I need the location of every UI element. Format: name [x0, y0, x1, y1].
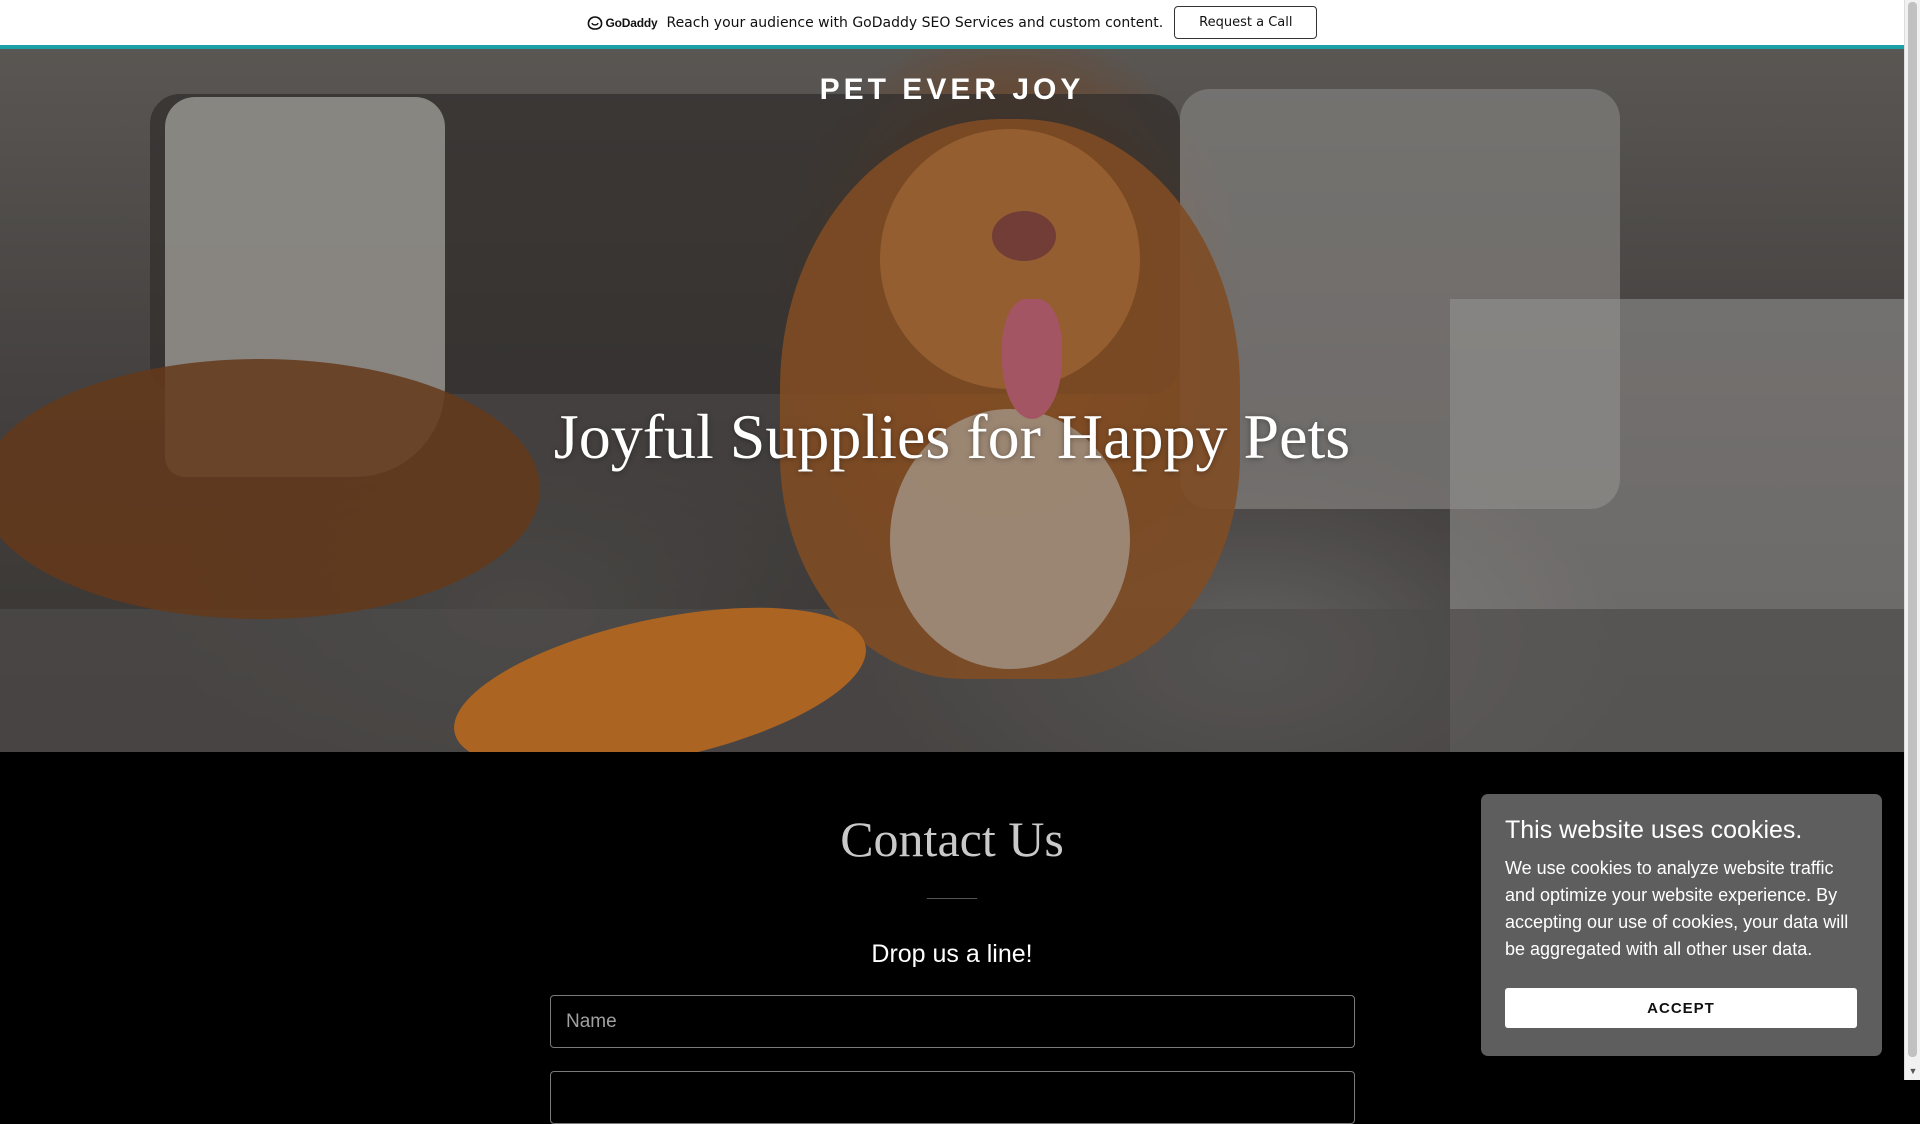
section-divider: [927, 898, 977, 899]
godaddy-icon: [587, 15, 602, 30]
cookie-banner: This website uses cookies. We use cookie…: [1481, 794, 1882, 1056]
accept-cookies-button[interactable]: ACCEPT: [1505, 988, 1857, 1028]
godaddy-logo-text: GoDaddy: [605, 15, 658, 30]
name-field[interactable]: [550, 995, 1355, 1048]
cookie-banner-title: This website uses cookies.: [1505, 816, 1803, 844]
scroll-down-arrow-icon[interactable]: ▼: [1905, 1064, 1920, 1078]
email-field[interactable]: [550, 1071, 1355, 1124]
site-brand-name[interactable]: PET EVER JOY: [0, 73, 1904, 107]
request-call-button[interactable]: Request a Call: [1174, 6, 1318, 39]
godaddy-logo[interactable]: GoDaddy: [587, 16, 658, 30]
cookie-banner-text: We use cookies to analyze website traffi…: [1505, 858, 1849, 959]
promo-bar: GoDaddy Reach your audience with GoDaddy…: [0, 0, 1904, 49]
promo-message: Reach your audience with GoDaddy SEO Ser…: [666, 14, 1164, 31]
page-scrollbar[interactable]: ▼: [1904, 0, 1920, 1080]
hero-headline: Joyful Supplies for Happy Pets: [553, 401, 1351, 472]
scrollbar-thumb[interactable]: [1908, 2, 1917, 1057]
